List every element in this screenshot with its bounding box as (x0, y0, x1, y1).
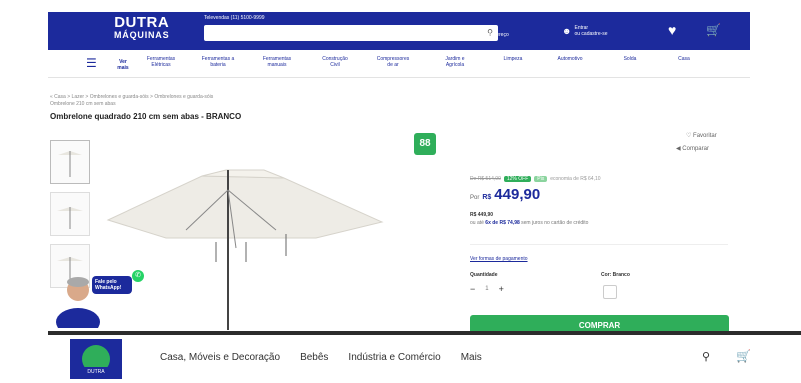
whatsapp-float[interactable]: Fale pelo WhatsApp! ✆ (52, 268, 148, 336)
bottom-bar: DUTRA Casa, Móveis e Decoração Bebês Ind… (0, 335, 801, 383)
installments-prefix: ou até (470, 220, 484, 226)
account-link[interactable]: ☻ Entrar ou cadastre-se (562, 25, 608, 37)
bottom-nav-casa[interactable]: Casa, Móveis e Decoração (160, 352, 280, 363)
brand-name: DUTRA (114, 14, 170, 31)
category-ferramentas-eletricas[interactable]: Ferramentas Elétricas (144, 56, 178, 68)
old-price: De R$ 514,00 (470, 176, 501, 182)
bottom-nav-industria[interactable]: Indústria e Comércio (348, 352, 440, 363)
bottom-search-icon[interactable]: ⚲ (702, 350, 710, 363)
user-icon: ☻ (562, 26, 572, 36)
price-prefix: Por (470, 195, 480, 201)
location-pin-icon: ● (470, 27, 476, 37)
category-solda[interactable]: Solda (620, 56, 640, 62)
installments-text: ou até 6x de R$ 74,98 sem juros no cartã… (470, 220, 588, 226)
whatsapp-bubble-text: Fale pelo WhatsApp! (92, 276, 132, 294)
quantity-stepper: − 1 + (470, 284, 504, 294)
qty-plus-button[interactable]: + (499, 284, 504, 294)
cart-icon[interactable]: 🛒 (706, 23, 721, 37)
compare-link[interactable]: ◀ Comparar (676, 145, 709, 152)
price-row: Por R$ 449,90 (470, 186, 540, 203)
color-label: Cor: Branco (601, 272, 630, 278)
product-title: Ombrelone quadrado 210 cm sem abas - BRA… (50, 112, 242, 121)
favorite-link[interactable]: ♡ Favoritar (686, 132, 717, 139)
location-address: seu endereço (478, 32, 509, 38)
divider (470, 244, 728, 245)
search-box: ⚲ (204, 25, 498, 45)
televendas-contact[interactable]: Televendas (11) 5100-9999 (204, 15, 265, 21)
color-swatch-white[interactable] (603, 285, 617, 299)
quantity-label: Quantidade (470, 272, 498, 278)
brand-subname: MÁQUINAS (114, 30, 170, 40)
installments-value: 6x de R$ 74,98 (485, 220, 520, 226)
hamburger-menu-icon[interactable]: ☰ (86, 56, 97, 70)
bottom-logo[interactable]: DUTRA (70, 339, 122, 379)
bottom-nav-mais[interactable]: Mais (461, 352, 482, 363)
bottom-nav-bebes[interactable]: Bebês (300, 352, 328, 363)
qty-value[interactable]: 1 (485, 286, 488, 292)
category-nav: ☰ Ver mais Ferramentas Elétricas Ferrame… (48, 52, 750, 78)
breadcrumb[interactable]: « Casa > Lazer > Ombrelones e guarda-sói… (50, 94, 213, 100)
see-more-menu[interactable]: Ver mais (116, 59, 130, 71)
price-value: 449,90 (494, 186, 541, 203)
thumbnail-1[interactable] (50, 140, 90, 184)
top-header: DUTRA MÁQUINAS Televendas (11) 5100-9999… (48, 12, 750, 50)
category-construcao-civil[interactable]: Construção Civil (320, 56, 350, 68)
search-input[interactable] (204, 29, 474, 45)
bottom-nav: Casa, Móveis e Decoração Bebês Indústria… (160, 352, 482, 363)
category-ferramentas-bateria[interactable]: Ferramentas a bateria (198, 56, 238, 68)
product-badge: 88 (414, 133, 436, 155)
bottom-cart-icon[interactable]: 🛒 (736, 349, 751, 363)
bottom-logo-text: DUTRA (87, 369, 105, 375)
category-ferramentas-manuais[interactable]: Ferramentas manuais (260, 56, 294, 68)
category-jardim-agricola[interactable]: Jardim e Agrícola (440, 56, 470, 68)
pix-tag: Pix (534, 176, 548, 182)
installments-suffix: sem juros no cartão de crédito (521, 220, 589, 226)
category-limpeza[interactable]: Limpeza (498, 56, 528, 62)
category-compressores[interactable]: Compressores de ar (374, 56, 412, 68)
category-casa[interactable]: Casa (674, 56, 694, 62)
thumbnail-2[interactable] (50, 192, 90, 236)
whatsapp-icon[interactable]: ✆ (132, 270, 144, 282)
payment-options-link[interactable]: Ver formas de pagamento (470, 256, 528, 262)
price-currency: R$ (482, 194, 492, 201)
qty-minus-button[interactable]: − (470, 284, 475, 294)
brand-logo[interactable]: DUTRA MÁQUINAS (114, 15, 169, 40)
location-selector[interactable]: ● Olá! seu endereço (470, 26, 509, 38)
alt-price: R$ 449,90 (470, 212, 494, 218)
favorites-heart-icon[interactable]: ♥ (668, 22, 676, 38)
category-automotivo[interactable]: Automotivo (552, 56, 588, 62)
discount-tag: 12% OFF (503, 176, 532, 182)
breadcrumb-current: Ombrelone 210 cm sem abas (50, 101, 116, 107)
account-register: ou cadastre-se (574, 31, 608, 37)
old-price-row: De R$ 514,00 12% OFF Pix economia de R$ … (470, 176, 601, 182)
discount-note: economia de R$ 64,10 (550, 176, 601, 182)
